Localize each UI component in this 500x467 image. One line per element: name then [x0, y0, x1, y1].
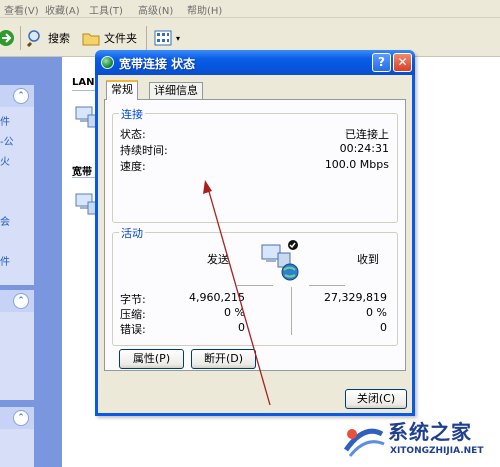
watermark-title: 系统之家	[388, 420, 472, 444]
tab-general[interactable]: 常规	[106, 80, 138, 100]
watermark-logo-icon	[342, 420, 386, 460]
site-watermark: 系统之家 XITONGZHIJIA.NET	[340, 414, 500, 467]
watermark-url: XITONGZHIJIA.NET	[390, 446, 484, 456]
annotation-arrow	[203, 180, 271, 406]
